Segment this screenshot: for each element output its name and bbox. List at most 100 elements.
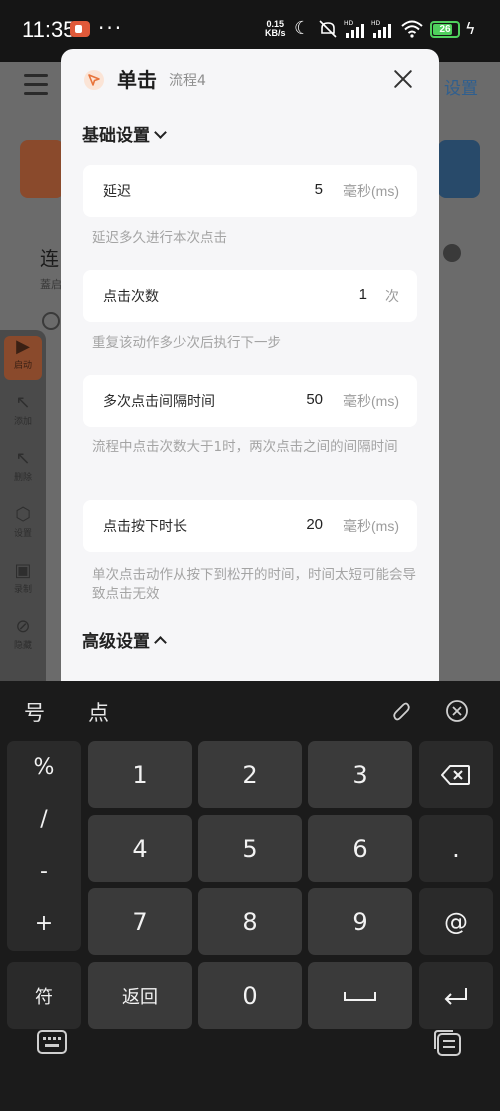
delay-input[interactable]: 5 [315,181,323,198]
key-slash[interactable]: / [7,807,81,832]
clipboard-icon[interactable] [389,699,413,723]
click-interval-description: 流程中点击次数大于1时，两次点击之间的间隔时间 [92,439,398,455]
toolbar-remove: ↖ 删除 [0,448,46,483]
backspace-key[interactable] [419,741,493,808]
space-icon [344,991,376,1001]
status-time: 11:35 [22,17,76,42]
key-minus[interactable]: - [7,859,81,884]
bg-orange-button [20,140,64,198]
toolbar-add: ↖ 添加 [0,392,46,427]
key-5[interactable]: 5 [198,815,302,882]
bg-settings-link: 设置 [444,79,478,99]
keyboard-switch-icon[interactable] [37,1029,67,1055]
battery-icon: 26 [430,21,460,38]
more-notifications-icon: ··· [98,16,124,40]
backspace-icon [441,764,470,785]
network-speed-unit: KB/s [265,28,286,38]
numeric-keyboard: 号 点 % / - + 1 2 3 4 5 6 . 7 8 9 @ 符 返回 0 [0,681,500,1111]
signal-2-icon: HD [371,19,395,44]
network-speed: 0.15 KB/s [265,20,286,38]
press-duration-setting-row[interactable]: 点击按下时长 20 毫秒(ms) [83,500,417,552]
back-key[interactable]: 返回 [88,962,192,1029]
do-not-disturb-icon: ☾ [294,18,311,39]
hide-icon: ⊘ [15,616,31,637]
toolbar-hide: ⊘ 隐藏 [0,616,46,651]
bg-item-subtitle: 蓋启 [40,278,62,291]
press-duration-input[interactable]: 20 [306,516,323,533]
suggestion-2[interactable]: 点 [88,697,109,727]
remove-tap-icon: ↖ [15,448,31,469]
key-7[interactable]: 7 [88,888,192,955]
close-keyboard-icon[interactable] [445,699,469,723]
click-count-label: 点击次数 [103,289,159,305]
click-interval-label: 多次点击间隔时间 [103,394,215,410]
dialog-title: 单击 [117,68,157,92]
floating-toolbar: ▶ 启动 ↖ 添加 ↖ 删除 ⬡ 设置 ▣ 录制 ⊘ 隐藏 [0,330,46,682]
click-cursor-icon [84,70,104,90]
key-3[interactable]: 3 [308,741,412,808]
delay-label: 延迟 [103,184,131,200]
basic-settings-label: 基础设置 [82,126,150,146]
dialog-header: 单击 流程4 [61,49,439,109]
click-count-description: 重复该动作多少次后执行下一步 [92,335,281,351]
press-duration-unit: 毫秒(ms) [343,518,399,534]
screen-record-icon [70,21,90,37]
key-plus[interactable]: + [7,911,81,936]
toolbar-settings: ⬡ 设置 [0,504,46,539]
basic-settings-toggle[interactable]: 基础设置 [82,121,167,146]
click-count-setting-row[interactable]: 点击次数 1 次 [83,270,417,322]
signal-1-icon: HD [344,19,368,44]
chevron-down-icon [154,125,167,139]
key-1[interactable]: 1 [88,741,192,808]
click-interval-input[interactable]: 50 [306,391,323,408]
clipboard-list-icon[interactable] [433,1029,463,1057]
svg-text:HD: HD [371,20,381,27]
delay-unit: 毫秒(ms) [343,183,399,199]
key-at[interactable]: @ [419,888,493,955]
click-settings-dialog: 单击 流程4 基础设置 延迟 5 毫秒(ms) 延迟多久进行本次点击 点击次数 … [61,49,439,681]
video-icon: ▣ [14,560,32,581]
click-interval-setting-row[interactable]: 多次点击间隔时间 50 毫秒(ms) [83,375,417,427]
wifi-icon [400,19,424,44]
bg-toggle-icon [443,244,461,262]
chevron-up-icon [154,635,167,649]
key-percent[interactable]: % [7,755,81,780]
toolbar-start: ▶ 启动 [4,336,42,380]
charging-icon: ϟ [465,19,476,38]
battery-level: 26 [439,24,451,35]
key-2[interactable]: 2 [198,741,302,808]
key-8[interactable]: 8 [198,888,302,955]
dialog-subtitle: 流程4 [169,73,206,89]
key-4[interactable]: 4 [88,815,192,882]
click-interval-unit: 毫秒(ms) [343,393,399,409]
key-9[interactable]: 9 [308,888,412,955]
suggestion-1[interactable]: 号 [24,697,45,727]
svg-text:HD: HD [344,20,354,27]
mute-icon [318,19,338,44]
key-dot[interactable]: . [419,815,493,882]
key-6[interactable]: 6 [308,815,412,882]
add-tap-icon: ↖ [15,392,31,413]
gear-icon: ⬡ [15,504,31,525]
advanced-settings-toggle[interactable]: 高级设置 [82,627,167,652]
menu-icon [24,74,48,101]
delay-description: 延迟多久进行本次点击 [92,230,227,246]
bg-play-icon [42,312,60,330]
delay-setting-row[interactable]: 延迟 5 毫秒(ms) [83,165,417,217]
advanced-settings-label: 高级设置 [82,632,150,652]
symbols-key[interactable]: 符 [7,962,81,1029]
press-duration-description: 单次点击动作从按下到松开的时间，时间太短可能会导致点击无效 [92,567,416,602]
close-button[interactable] [389,65,417,93]
key-0[interactable]: 0 [198,962,302,1029]
enter-icon [444,987,467,1005]
bg-item-title: 连 [40,248,60,270]
click-count-input[interactable]: 1 [359,286,367,303]
side-symbol-column: % / - + [7,741,81,951]
toolbar-record: ▣ 录制 [0,560,46,595]
bg-blue-button [438,140,480,198]
press-duration-label: 点击按下时长 [103,519,187,535]
enter-key[interactable] [419,962,493,1029]
click-count-unit: 次 [385,288,399,304]
play-icon: ▶ [16,336,30,357]
space-key[interactable] [308,962,412,1029]
